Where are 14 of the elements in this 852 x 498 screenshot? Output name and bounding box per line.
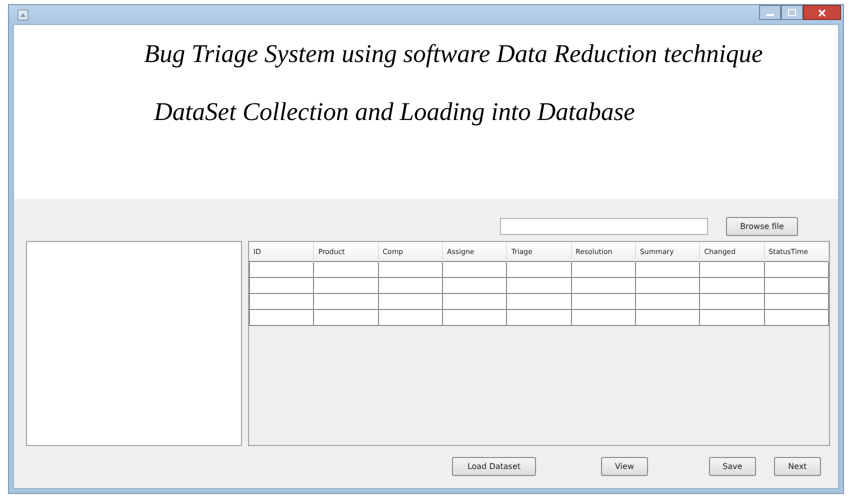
action-button[interactable]: Save	[709, 457, 756, 476]
action-button[interactable]: Load Dataset	[452, 457, 536, 476]
close-icon	[818, 8, 826, 16]
minimize-button[interactable]	[759, 5, 781, 20]
browse-file-button[interactable]: Browse file	[726, 216, 798, 236]
page-subtitle: DataSet Collection and Loading into Database	[154, 97, 635, 127]
action-button[interactable]: View	[601, 457, 648, 476]
app-icon	[17, 8, 29, 20]
maximize-icon	[788, 9, 796, 16]
app-title: Bug Triage System using software Data Reduction technique	[144, 39, 763, 69]
action-button[interactable]: Next	[774, 457, 821, 476]
close-button[interactable]	[803, 5, 841, 20]
maximize-button[interactable]	[781, 5, 803, 20]
file-path-field[interactable]	[500, 218, 708, 234]
